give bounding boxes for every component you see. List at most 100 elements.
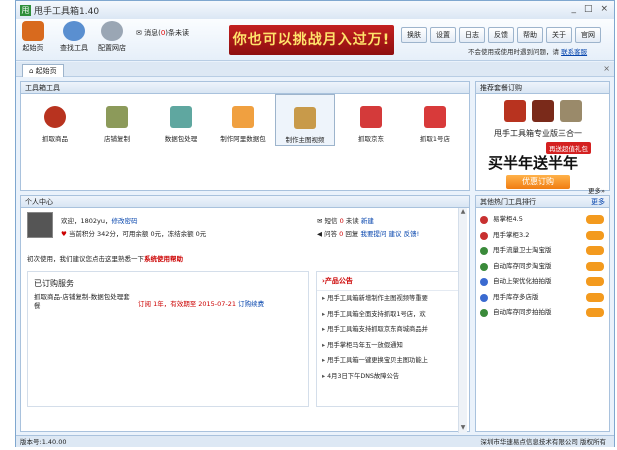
tool-icon bbox=[480, 262, 488, 271]
app-window: 甩 甩手工具箱1.40 _ □ × 起始页 查找工具 配置网店 ✉ 消息(0)条… bbox=[15, 0, 615, 447]
settings-button[interactable]: 设置 bbox=[430, 27, 456, 43]
hot-title-text: 其他热门工具排行 bbox=[480, 198, 536, 206]
tool-main-video[interactable]: 制作主图视频 bbox=[275, 94, 335, 146]
hot-item[interactable]: 自动库存同步拍拍版 bbox=[480, 305, 604, 321]
tool-grab-yhd[interactable]: 抓取1号店 bbox=[405, 98, 465, 143]
app-logo-icon: 甩 bbox=[20, 4, 31, 16]
hot-item[interactable]: 甩手库存多店版 bbox=[480, 290, 604, 306]
package-name: 甩手工具箱专业版三合一 bbox=[494, 129, 582, 138]
find-label: 查找工具 bbox=[60, 44, 88, 52]
help-button[interactable]: 帮助 bbox=[517, 27, 543, 43]
avatar bbox=[27, 212, 53, 238]
tools-panel-title: 工具箱工具 bbox=[21, 82, 469, 94]
scroll-down-icon[interactable]: ▼ bbox=[459, 424, 467, 433]
copy-store-icon bbox=[106, 106, 128, 128]
qa-line: ◀ 问答 0 回复 我要提问 建议 反馈! bbox=[317, 228, 419, 238]
tool-label: 制作主图视频 bbox=[285, 136, 325, 144]
recommend-icon bbox=[586, 277, 604, 286]
subscription-order: 订阅 1年，有效期至 2015-07-21 订购续费 bbox=[138, 298, 264, 308]
sms-prefix: 短信 bbox=[324, 217, 340, 225]
hot-item-name: 甩手库存多店版 bbox=[493, 292, 539, 301]
news-item[interactable]: 甩手工具箱支持抓取京东商城商品并 bbox=[322, 322, 460, 338]
hot-item-name: 甩手掌柜3.2 bbox=[493, 230, 530, 239]
tool-grab-goods[interactable]: 抓取商品 bbox=[25, 98, 85, 143]
tool-grab-jd[interactable]: 抓取京东 bbox=[341, 98, 401, 143]
news-item[interactable]: 甩手工具箱新增制作主图视频等重要 bbox=[322, 291, 460, 307]
news-item[interactable]: 4月3日下午DNS故障公告 bbox=[322, 369, 460, 385]
order-text: 订阅 1年，有效期至 2015-07-21 bbox=[138, 300, 237, 308]
grab-icon bbox=[504, 100, 526, 122]
gear-icon bbox=[101, 21, 123, 41]
hot-item[interactable]: 自动库存同步淘宝版 bbox=[480, 259, 604, 275]
hint-text: 不会使用或使用时遇到问题，请 bbox=[468, 48, 559, 56]
tool-icon bbox=[480, 231, 488, 240]
tool-ali-package[interactable]: 制作阿里数据包 bbox=[213, 98, 273, 143]
hot-more-link[interactable]: 更多 bbox=[591, 196, 605, 208]
feedback-button[interactable]: 反馈 bbox=[488, 27, 514, 43]
mail-icon: ✉ bbox=[136, 29, 145, 37]
maximize-button[interactable]: □ bbox=[584, 4, 593, 14]
vertical-scrollbar[interactable]: ▲ ▼ bbox=[458, 208, 467, 433]
tab-start-page[interactable]: ⌂ 起始页 bbox=[22, 64, 64, 77]
hot-item-name: 易掌柜4.5 bbox=[493, 215, 523, 223]
tip-text: 初次使用，我们建议您点击这里熟悉一下 bbox=[27, 255, 144, 263]
hot-item[interactable]: 甩手流量卫士淘宝版 bbox=[480, 243, 604, 259]
config-label: 配置网店 bbox=[98, 44, 126, 52]
video-icon bbox=[294, 107, 316, 129]
ali-package-icon bbox=[232, 106, 254, 128]
hot-item-name: 自动库存同步淘宝版 bbox=[493, 261, 552, 270]
subscribed-services: 已订购服务 抓取商品-店铺复制-数据包处理套餐 订阅 1年，有效期至 2015-… bbox=[27, 271, 309, 407]
promo-banner[interactable]: 你也可以挑战月入过万! bbox=[229, 25, 394, 55]
recommend-icon bbox=[586, 261, 604, 271]
news-item[interactable]: 甩手掌柜马年五一放假通知 bbox=[322, 338, 460, 354]
home-icon: ⌂ bbox=[29, 67, 36, 75]
points-line: ♥ 当前积分 342分，可用余额 0元，冻结余额 0元 bbox=[61, 228, 206, 238]
tools-panel: 工具箱工具 抓取商品 店铺复制 数据包处理 制作阿里数据包 制作主图视频 抓取京… bbox=[20, 81, 470, 191]
system-help-link[interactable]: 系统使用帮助 bbox=[144, 255, 183, 263]
change-password-link[interactable]: 修改密码 bbox=[112, 217, 138, 225]
home-label: 起始页 bbox=[22, 44, 44, 52]
heart-icon: ♥ bbox=[61, 230, 67, 238]
home-icon bbox=[22, 21, 44, 41]
ask-question-link[interactable]: 我要提问 建议 反馈! bbox=[360, 230, 419, 238]
home-tool-button[interactable]: 起始页 bbox=[22, 21, 44, 53]
tool-icon bbox=[480, 247, 488, 255]
about-button[interactable]: 关于 bbox=[546, 27, 572, 43]
tool-label: 抓取京东 bbox=[358, 135, 384, 143]
points-text: 当前积分 342分，可用余额 0元，冻结余额 0元 bbox=[68, 230, 207, 238]
subscription-desc: 抓取商品-店铺复制-数据包处理套餐 bbox=[34, 293, 130, 310]
contact-support-link[interactable]: 联系客服 bbox=[561, 48, 587, 56]
tool-package-process[interactable]: 数据包处理 bbox=[151, 98, 211, 143]
hot-item[interactable]: 易掌柜4.5 bbox=[480, 212, 604, 228]
personal-panel: 个人中心 欢迎，1802yu，修改密码 ♥ 当前积分 342分，可用余额 0元，… bbox=[20, 195, 470, 433]
minimize-button[interactable]: _ bbox=[571, 4, 576, 14]
hot-item[interactable]: 自动上架优化拍拍版 bbox=[480, 274, 604, 290]
news-item[interactable]: 甩手工具箱全面支持抓取1号店，欢 bbox=[322, 307, 460, 323]
website-button[interactable]: 官网 bbox=[575, 27, 601, 43]
close-button[interactable]: × bbox=[600, 4, 608, 14]
more-link[interactable]: 更多» bbox=[588, 185, 605, 195]
recommend-icon bbox=[586, 308, 604, 317]
hot-item[interactable]: 甩手掌柜3.2 bbox=[480, 228, 604, 244]
news-item[interactable]: 甩手工具箱一键更换宝贝主图功能上 bbox=[322, 353, 460, 369]
magnifier-icon bbox=[63, 21, 85, 41]
order-button[interactable]: 优惠订购 bbox=[506, 175, 570, 189]
sms-new-link[interactable]: 新建 bbox=[361, 217, 374, 225]
hot-item-name: 自动库存同步拍拍版 bbox=[493, 308, 552, 316]
find-tool-button[interactable]: 查找工具 bbox=[60, 21, 88, 53]
qa-prefix: 问答 bbox=[324, 230, 340, 238]
skin-button[interactable]: 换肤 bbox=[401, 27, 427, 43]
renew-link[interactable]: 订购续费 bbox=[238, 300, 264, 308]
msg-prefix: 消息( bbox=[144, 29, 161, 37]
window-title: 甩手工具箱1.40 bbox=[34, 6, 100, 17]
scroll-up-icon[interactable]: ▲ bbox=[459, 208, 467, 217]
hot-tools-title: 其他热门工具排行 更多 bbox=[476, 196, 609, 208]
message-indicator[interactable]: ✉ 消息(0)条未读 bbox=[136, 28, 189, 38]
hot-item-name: 自动上架优化拍拍版 bbox=[493, 277, 552, 285]
tab-bar: ⌂ 起始页 × bbox=[16, 62, 614, 77]
tool-copy-store[interactable]: 店铺复制 bbox=[87, 98, 147, 143]
config-store-button[interactable]: 配置网店 bbox=[98, 21, 126, 53]
jd-icon bbox=[360, 106, 382, 128]
log-button[interactable]: 日志 bbox=[459, 27, 485, 43]
tab-close-button[interactable]: × bbox=[603, 64, 610, 73]
